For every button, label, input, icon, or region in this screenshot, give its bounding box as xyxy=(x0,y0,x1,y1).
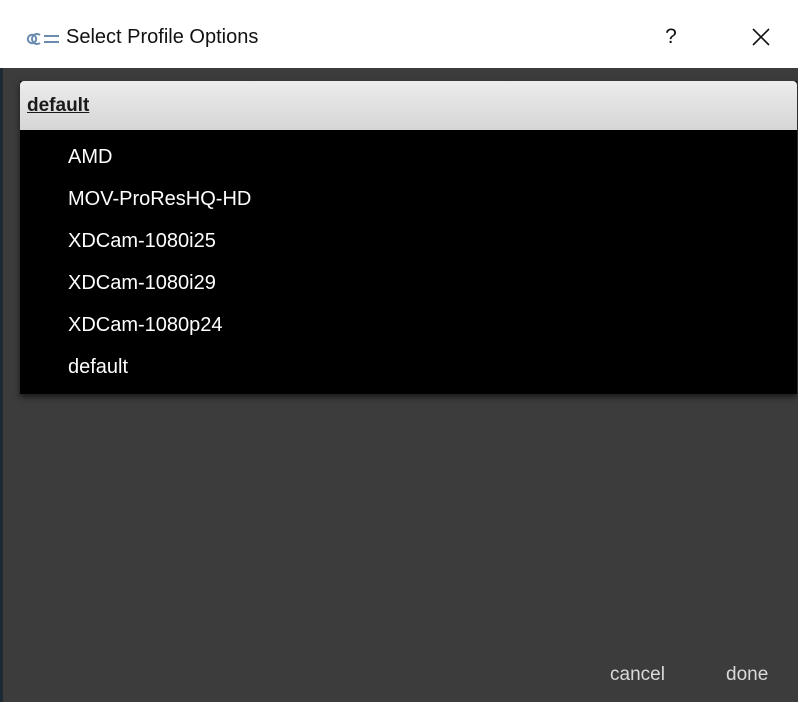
selected-profile: default xyxy=(27,95,90,116)
window-edge xyxy=(0,68,3,702)
title-bar: Select Profile Options ? xyxy=(0,0,798,68)
profile-option-default[interactable]: default xyxy=(20,351,797,393)
select-profile-dialog: Select Profile Options ? default AMD MOV… xyxy=(0,0,798,702)
profile-option-list: AMD MOV-ProResHQ-HD XDCam-1080i25 XDCam-… xyxy=(20,141,797,393)
done-button[interactable]: done xyxy=(726,664,768,686)
profile-option-xdcam-1080p24[interactable]: XDCam-1080p24 xyxy=(20,309,797,351)
close-icon[interactable] xyxy=(744,20,778,54)
profile-dropdown[interactable]: default AMD MOV-ProResHQ-HD XDCam-1080i2… xyxy=(20,81,797,394)
profile-option-xdcam-1080i25[interactable]: XDCam-1080i25 xyxy=(20,225,797,267)
help-button[interactable]: ? xyxy=(656,22,686,52)
profile-option-amd[interactable]: AMD xyxy=(20,141,797,183)
dialog-title: Select Profile Options xyxy=(66,26,259,48)
profile-option-mov-proreshq-hd[interactable]: MOV-ProResHQ-HD xyxy=(20,183,797,225)
app-logo-icon xyxy=(26,33,59,45)
cancel-button[interactable]: cancel xyxy=(610,664,665,686)
profile-combobox[interactable]: default xyxy=(20,81,797,130)
profile-option-xdcam-1080i29[interactable]: XDCam-1080i29 xyxy=(20,267,797,309)
